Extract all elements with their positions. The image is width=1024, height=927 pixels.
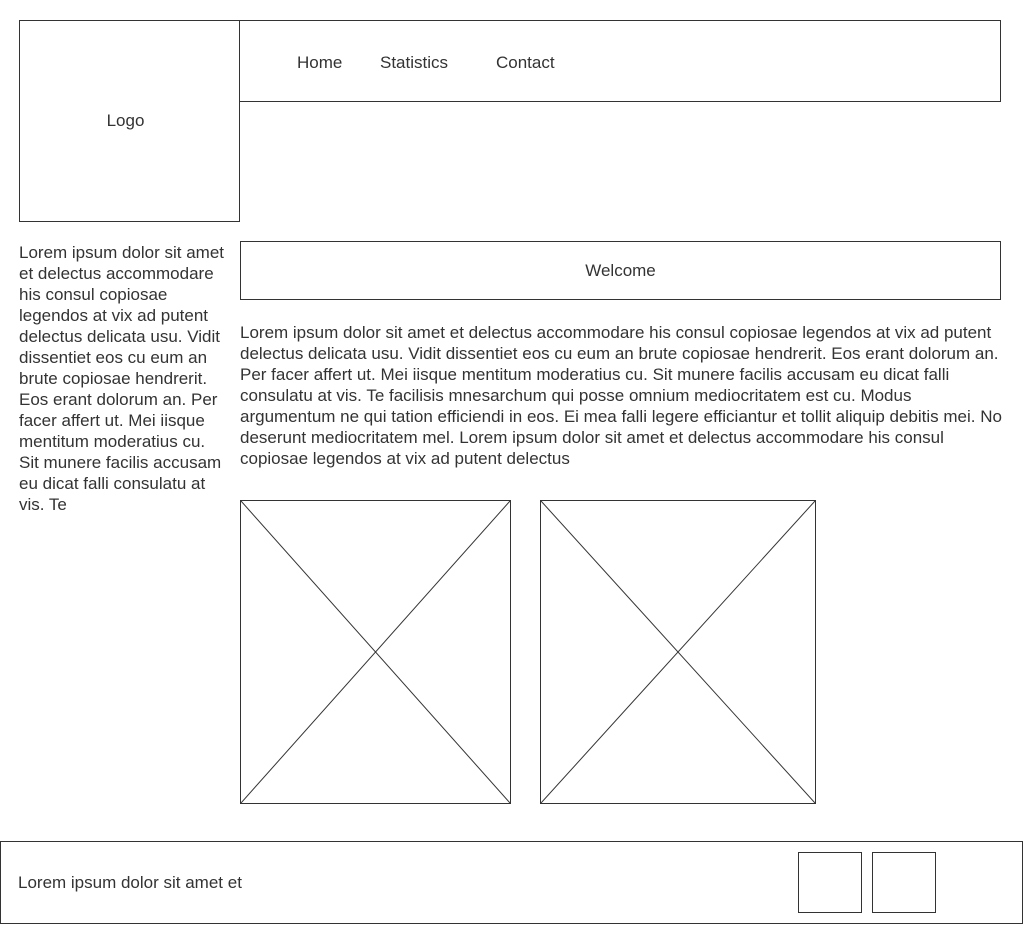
image-placeholder-cross-icon	[241, 501, 510, 803]
nav-item-home[interactable]: Home	[297, 52, 342, 73]
image-placeholder-cross-icon	[541, 501, 815, 803]
nav-item-statistics[interactable]: Statistics	[380, 52, 448, 73]
nav-item-contact[interactable]: Contact	[496, 52, 555, 73]
footer: Lorem ipsum dolor sit amet et	[0, 841, 1023, 924]
nav-bar: Home Statistics Contact	[239, 20, 1001, 102]
logo-label: Logo	[106, 111, 145, 130]
footer-icon-box-1[interactable]	[798, 852, 862, 913]
image-placeholder-2	[540, 500, 816, 804]
welcome-box: Welcome	[240, 241, 1001, 300]
main-body-text: Lorem ipsum dolor sit amet et delectus a…	[240, 323, 1002, 468]
logo-box: Logo	[19, 20, 240, 222]
image-placeholder-1	[240, 500, 511, 804]
footer-text: Lorem ipsum dolor sit amet et	[18, 873, 242, 892]
sidebar-text: Lorem ipsum dolor sit amet et delectus a…	[19, 243, 225, 514]
footer-icon-box-2[interactable]	[872, 852, 936, 913]
welcome-heading: Welcome	[585, 260, 656, 280]
